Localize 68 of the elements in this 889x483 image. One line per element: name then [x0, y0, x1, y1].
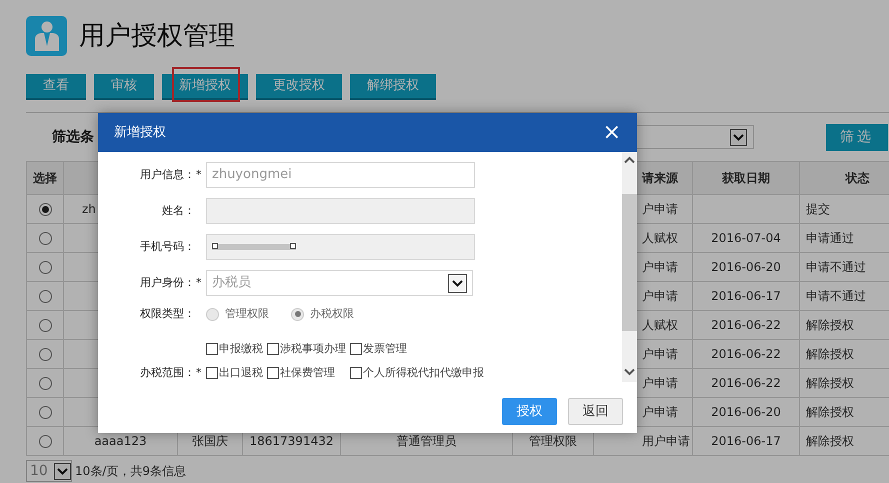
required-mark: * [196, 166, 202, 183]
checkbox-label: 涉税事项办理 [280, 340, 346, 356]
page-size-select[interactable]: 10 [26, 460, 72, 482]
input-field[interactable]: zhuyongmei [206, 162, 475, 188]
radio-button[interactable] [38, 290, 52, 304]
scrollbar[interactable] [622, 152, 637, 382]
table-cell: 2016-06-20 [692, 398, 800, 426]
radio-button[interactable] [38, 261, 52, 274]
required-mark: * [196, 274, 202, 291]
field-label: 权限类型： [140, 306, 195, 322]
caret-icon [733, 134, 744, 140]
checkbox-label: 个人所得税代扣代缴申报 [363, 365, 484, 381]
column-header: 获取日期 [692, 162, 800, 194]
radio-button[interactable] [38, 232, 52, 246]
column-header: 选择 [26, 162, 64, 194]
table-cell: 2016-06-17 [692, 282, 800, 310]
field-label: 手机号码： [140, 238, 195, 255]
radio-button[interactable] [38, 377, 52, 390]
filter-label: 筛选条 [52, 128, 94, 146]
checkbox[interactable] [267, 342, 279, 355]
checkbox[interactable] [206, 342, 218, 355]
radio-label: 管理权限 [225, 306, 269, 322]
field-label: 办税范围： [140, 365, 195, 381]
radio-button[interactable] [38, 406, 52, 420]
page-title: 用户授权管理 [79, 20, 235, 52]
caret-icon [452, 280, 463, 286]
checkbox[interactable] [206, 367, 218, 380]
checkbox-label: 社保费管理 [280, 365, 335, 381]
required-mark: * [196, 365, 202, 381]
filter-select[interactable] [637, 125, 754, 149]
radio-button[interactable] [291, 308, 304, 321]
checkbox-label: 出口退税 [219, 365, 263, 381]
dialog-button[interactable]: 授权 [502, 398, 557, 425]
radio-button[interactable] [38, 348, 52, 362]
user-icon [26, 16, 67, 56]
filter-button[interactable]: 筛选 [826, 124, 888, 150]
close-button[interactable]: × [602, 122, 621, 144]
checkbox-label: 发票管理 [363, 340, 407, 356]
radio-button[interactable] [206, 308, 219, 321]
table-cell: 2016-06-17 [692, 426, 800, 456]
scroll-up-icon[interactable] [624, 156, 635, 164]
table-cell: 2016-06-22 [692, 310, 800, 340]
toolbar-button[interactable]: 新增授权 [162, 74, 248, 100]
checkbox[interactable] [267, 367, 279, 380]
dialog-button[interactable]: 返回 [568, 398, 623, 425]
column-header: 状态 [800, 162, 889, 194]
radio-label: 办税权限 [310, 306, 354, 322]
radio-button[interactable] [38, 319, 52, 332]
table-cell: 2016-06-22 [692, 340, 800, 368]
table-cell: 2016-06-22 [692, 368, 800, 398]
dialog-title: 新增授权 [114, 124, 166, 142]
radio-button[interactable] [38, 203, 52, 216]
field-label: 用户身份： [140, 274, 195, 291]
caret-icon [57, 468, 68, 474]
pagination-summary: 10条/页，共9条信息 [75, 463, 186, 480]
toolbar-button[interactable]: 解绑授权 [350, 74, 436, 100]
radio-button[interactable] [38, 435, 52, 448]
toolbar-button[interactable]: 审核 [94, 74, 154, 100]
table-cell: 2016-06-20 [692, 252, 800, 282]
checkbox-label: 申报缴税 [219, 340, 263, 356]
checkbox[interactable] [350, 367, 362, 380]
scroll-down-icon[interactable] [624, 368, 635, 376]
field-label: 用户信息： [140, 166, 195, 183]
toolbar-button[interactable]: 查看 [26, 74, 86, 100]
select-field[interactable]: 办税员 [206, 270, 473, 296]
checkbox[interactable] [350, 342, 362, 355]
table-cell: 2016-07-04 [692, 224, 800, 252]
toolbar-button[interactable]: 更改授权 [256, 74, 342, 100]
